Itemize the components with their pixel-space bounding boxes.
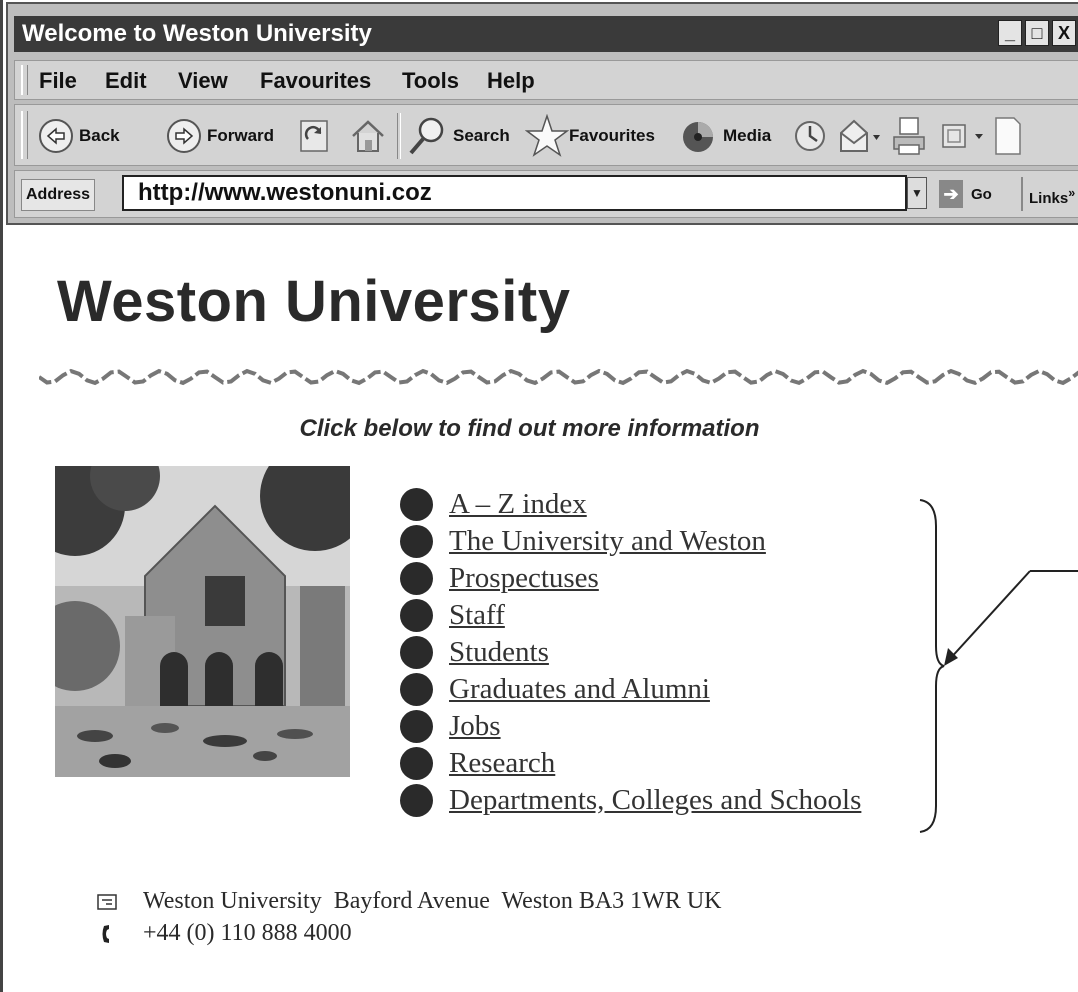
bullet-icon — [400, 784, 433, 817]
history-button[interactable] — [791, 115, 829, 157]
bullet-icon — [400, 747, 433, 780]
menu-edit[interactable]: Edit — [105, 68, 147, 94]
mail-icon — [840, 119, 880, 152]
link-jobs[interactable]: Jobs — [449, 710, 501, 743]
title-bar: Welcome to Weston University _ □ X — [14, 16, 1078, 52]
phone-icon — [95, 923, 119, 945]
links-button[interactable]: Links» — [1021, 177, 1075, 211]
address-text: Weston University Bayford Avenue Weston … — [143, 888, 722, 914]
window-title: Welcome to Weston University — [22, 20, 372, 47]
home-icon — [352, 120, 384, 152]
menubar-grip — [21, 65, 28, 95]
media-label: Media — [723, 126, 772, 145]
print-button[interactable] — [891, 115, 927, 157]
address-label: Address — [21, 179, 96, 211]
home-button[interactable] — [349, 115, 387, 157]
list-item: Prospectuses — [400, 560, 861, 597]
go-label: Go — [971, 185, 992, 203]
menu-help[interactable]: Help — [487, 68, 535, 94]
link-departments-colleges-schools[interactable]: Departments, Colleges and Schools — [449, 784, 861, 817]
contact-phone: +44 (0) 110 888 4000 — [95, 920, 352, 947]
address-input[interactable]: http://www.westonuni.coz — [122, 175, 907, 211]
go-arrow-icon: ➔ — [939, 180, 963, 208]
links-label: Links — [1029, 190, 1069, 207]
edit-button[interactable] — [939, 115, 987, 157]
edit-icon — [942, 124, 983, 148]
refresh-button[interactable] — [299, 115, 329, 157]
toolbar: Back Forward Search Favourites Media — [14, 104, 1078, 166]
favourites-star-icon — [525, 114, 569, 157]
browser-window: Welcome to Weston University _ □ X File … — [0, 0, 1078, 992]
list-item: Departments, Colleges and Schools — [400, 782, 861, 819]
minimize-button[interactable]: _ — [998, 20, 1022, 46]
list-item: Staff — [400, 597, 861, 634]
list-item: A – Z index — [400, 486, 861, 523]
address-dropdown-button[interactable]: ▼ — [907, 177, 927, 209]
forward-button[interactable]: Forward — [167, 115, 274, 157]
favourites-button[interactable]: Favourites — [525, 114, 655, 157]
page-title: Weston University — [57, 269, 571, 334]
list-item: Jobs — [400, 708, 861, 745]
brace-with-arrow — [919, 499, 1078, 833]
forward-icon — [167, 119, 201, 153]
bullet-icon — [400, 710, 433, 743]
menu-bar: File Edit View Favourites Tools Help — [14, 60, 1078, 100]
page-subtitle: Click below to find out more information — [299, 415, 760, 442]
bullet-icon — [400, 636, 433, 669]
bullet-icon — [400, 673, 433, 706]
link-staff[interactable]: Staff — [449, 599, 505, 632]
browser-chrome: Welcome to Weston University _ □ X File … — [6, 2, 1078, 225]
mail-button[interactable] — [835, 115, 883, 157]
print-icon — [893, 117, 925, 155]
chevron-right-icon: » — [1068, 186, 1076, 200]
menu-view[interactable]: View — [178, 68, 228, 94]
campus-photo — [55, 466, 350, 777]
favourites-label: Favourites — [569, 126, 655, 145]
list-item: The University and Weston — [400, 523, 861, 560]
info-links-list: A – Z index The University and Weston Pr… — [400, 486, 861, 819]
menu-tools[interactable]: Tools — [402, 68, 459, 94]
bullet-icon — [400, 562, 433, 595]
link-university-and-weston[interactable]: The University and Weston — [449, 525, 766, 558]
media-button[interactable]: Media — [679, 115, 771, 157]
wavy-divider — [39, 368, 1078, 386]
bullet-icon — [400, 599, 433, 632]
link-prospectuses[interactable]: Prospectuses — [449, 562, 599, 595]
bullet-icon — [400, 488, 433, 521]
menu-favourites[interactable]: Favourites — [260, 68, 371, 94]
bullet-icon — [400, 525, 433, 558]
search-icon — [409, 117, 444, 155]
link-graduates-and-alumni[interactable]: Graduates and Alumni — [449, 673, 710, 706]
discuss-button[interactable] — [993, 115, 1023, 157]
history-icon — [795, 121, 825, 151]
link-students[interactable]: Students — [449, 636, 549, 669]
toolbar-grip — [21, 111, 28, 159]
phone-text: +44 (0) 110 888 4000 — [143, 920, 352, 946]
search-label: Search — [453, 126, 510, 145]
list-item: Students — [400, 634, 861, 671]
back-label: Back — [79, 126, 120, 145]
back-button[interactable]: Back — [39, 115, 120, 157]
contact-address: Weston University Bayford Avenue Weston … — [95, 888, 722, 915]
envelope-icon — [95, 893, 119, 910]
link-research[interactable]: Research — [449, 747, 555, 780]
media-icon — [683, 122, 713, 152]
back-icon — [39, 119, 73, 153]
page-icon — [995, 117, 1021, 155]
forward-label: Forward — [207, 126, 275, 145]
menu-file[interactable]: File — [39, 68, 77, 94]
link-a-z-index[interactable]: A – Z index — [449, 488, 587, 521]
search-button[interactable]: Search — [407, 115, 510, 157]
list-item: Graduates and Alumni — [400, 671, 861, 708]
list-item: Research — [400, 745, 861, 782]
go-button[interactable]: ➔ Go — [939, 179, 992, 209]
toolbar-separator — [397, 113, 401, 159]
maximize-button[interactable]: □ — [1025, 20, 1049, 46]
address-bar: Address http://www.westonuni.coz ▼ ➔ Go … — [14, 170, 1078, 218]
close-button[interactable]: X — [1052, 20, 1076, 46]
refresh-icon — [300, 120, 328, 152]
